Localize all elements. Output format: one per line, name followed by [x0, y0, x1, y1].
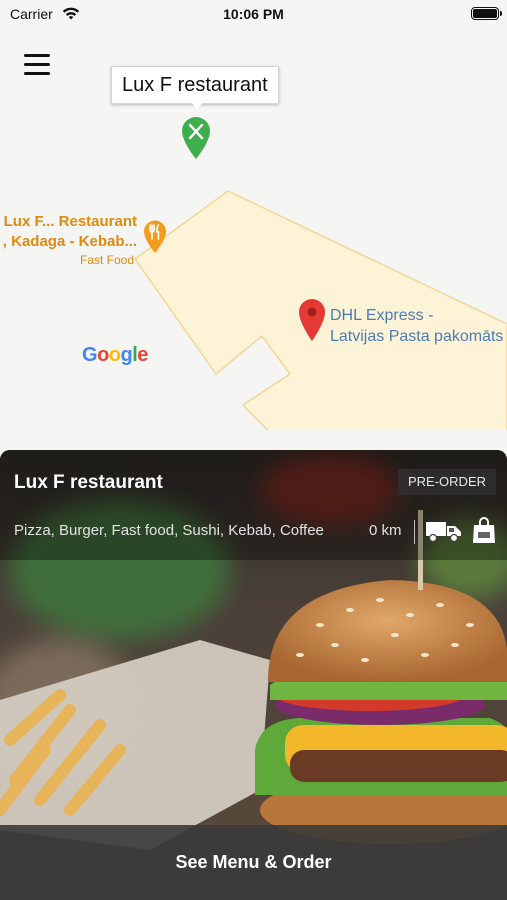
status-bar: Carrier 10:06 PM	[0, 0, 507, 28]
map-callout[interactable]: Lux F restaurant	[111, 66, 279, 104]
battery-icon	[471, 7, 502, 20]
delivery-truck-icon	[426, 522, 461, 543]
restaurant-card[interactable]: Lux F restaurant PRE-ORDER Pizza, Burger…	[0, 450, 507, 900]
menu-button[interactable]	[22, 52, 54, 78]
clock: 10:06 PM	[223, 6, 284, 22]
restaurant-pin-icon[interactable]	[180, 116, 212, 160]
poi-restaurant-category: Fast Food	[80, 253, 135, 267]
see-menu-order-button[interactable]: See Menu & Order	[0, 825, 507, 900]
poi-dhl-label[interactable]: DHL Express - Latvijas Pasta pakomāts	[330, 305, 503, 347]
restaurant-categories: Pizza, Burger, Fast food, Sushi, Kebab, …	[14, 522, 324, 539]
restaurant-name: Lux F restaurant	[14, 472, 163, 493]
preorder-badge: PRE-ORDER	[398, 469, 497, 495]
dhl-pin-icon[interactable]	[298, 298, 326, 342]
shopping-bag-icon	[473, 517, 495, 543]
food-pin-icon[interactable]	[143, 220, 167, 254]
poi-dhl-line1: DHL Express -	[330, 307, 434, 324]
callout-tail	[190, 101, 204, 109]
divider	[414, 520, 415, 544]
distance-label: 0 km	[369, 522, 402, 539]
google-logo: Google	[82, 344, 148, 366]
poi-dhl-line2: Latvijas Pasta pakomāts	[330, 328, 504, 345]
poi-restaurant-line2: , Kadaga - Kebab...	[2, 233, 137, 250]
poi-restaurant-label[interactable]: Lux F... Restaurant , Kadaga - Kebab...	[0, 212, 137, 252]
poi-restaurant-line1: Lux F... Restaurant	[3, 213, 137, 230]
